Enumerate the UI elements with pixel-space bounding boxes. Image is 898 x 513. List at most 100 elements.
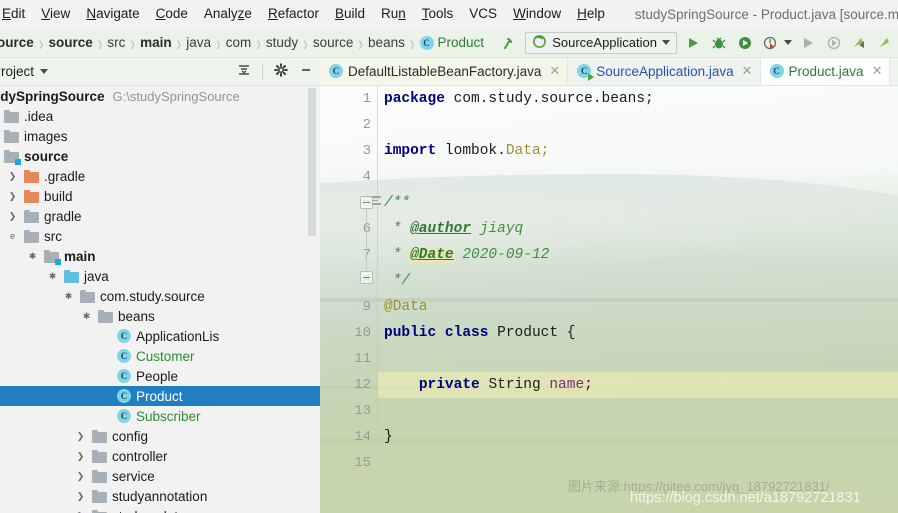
editor-tab-defaultlistablebeanfactory[interactable]: C DefaultListableBeanFactory.java ✕ bbox=[320, 58, 569, 85]
build-project-icon[interactable] bbox=[499, 33, 519, 53]
chevron-right-icon[interactable]: ❯ bbox=[74, 466, 87, 486]
collapse-all-icon[interactable] bbox=[237, 63, 251, 80]
settings-gear-icon[interactable] bbox=[274, 63, 288, 80]
tree-item-config[interactable]: ❯ config bbox=[0, 426, 320, 446]
breadcrumb-item-study[interactable]: study bbox=[262, 35, 302, 50]
watermark-blog-url: https://blog.csdn.net/a18792721831 bbox=[630, 490, 861, 506]
tree-item-label: Subscriber bbox=[136, 408, 201, 424]
javadoc-author-value: jiayq bbox=[471, 221, 524, 237]
hide-panel-icon[interactable] bbox=[299, 63, 313, 80]
folder-icon bbox=[4, 109, 19, 123]
tree-item-subscriber[interactable]: C Subscriber bbox=[0, 406, 320, 426]
keyword-public: public bbox=[384, 325, 437, 341]
menu-run[interactable]: Run bbox=[373, 0, 414, 28]
close-icon[interactable]: ✕ bbox=[872, 63, 883, 79]
breadcrumb-item-source[interactable]: source bbox=[44, 35, 96, 50]
chevron-right-icon[interactable]: ❯ bbox=[6, 186, 19, 206]
profiler-dropdown-icon[interactable] bbox=[784, 40, 792, 45]
breadcrumb-separator: › bbox=[38, 30, 44, 55]
menu-vcs[interactable]: VCS bbox=[461, 0, 505, 28]
breadcrumb-item-project[interactable]: Source bbox=[0, 35, 38, 50]
update-running-app-icon[interactable] bbox=[850, 33, 870, 53]
tree-item-studyupdate[interactable]: ❯ studyupdate bbox=[0, 506, 320, 513]
chevron-right-icon[interactable]: ❯ bbox=[74, 506, 87, 513]
breadcrumb-item-java[interactable]: java bbox=[182, 35, 215, 50]
tree-item-applicationlis[interactable]: C ApplicationLis bbox=[0, 326, 320, 346]
fold-marker-close[interactable] bbox=[360, 271, 373, 284]
tree-item-beans[interactable]: ✱ beans bbox=[0, 306, 320, 326]
debug-icon[interactable] bbox=[709, 33, 729, 53]
code-line-10: public class Product { bbox=[378, 320, 898, 346]
chevron-down-icon[interactable]: ✱ bbox=[80, 306, 93, 326]
java-class-icon: C bbox=[117, 369, 131, 383]
run-configuration-selector[interactable]: SourceApplication bbox=[525, 31, 677, 54]
tree-item-com-study-source[interactable]: ✱ com.study.source bbox=[0, 286, 320, 306]
chevron-right-icon[interactable]: ❯ bbox=[74, 486, 87, 506]
tree-item-build[interactable]: ❯ build bbox=[0, 186, 320, 206]
breadcrumb-item-main[interactable]: main bbox=[136, 35, 176, 50]
tree-item-gradle[interactable]: ❯ gradle bbox=[0, 206, 320, 226]
tree-item-product[interactable]: C Product bbox=[0, 386, 320, 406]
tree-item-source-module[interactable]: ▸ source bbox=[0, 146, 320, 166]
import-class: Data; bbox=[505, 143, 550, 159]
tree-item-customer[interactable]: C Customer bbox=[0, 346, 320, 366]
menu-build[interactable]: Build bbox=[327, 0, 373, 28]
breadcrumb-item-product[interactable]: C Product bbox=[416, 35, 489, 50]
code-folding-gutter[interactable] bbox=[356, 86, 381, 513]
editor-tab-sourceapplication[interactable]: C SourceApplication.java ✕ bbox=[568, 58, 761, 85]
breadcrumb-item-source-pkg[interactable]: source bbox=[309, 35, 358, 50]
menu-view[interactable]: View bbox=[33, 0, 78, 28]
tree-item-service[interactable]: ❯ service bbox=[0, 466, 320, 486]
tree-item-controller[interactable]: ❯ controller bbox=[0, 446, 320, 466]
java-class-runnable-icon: C bbox=[577, 64, 595, 81]
tree-item-main[interactable]: ✱ main bbox=[0, 246, 320, 266]
menu-tools[interactable]: Tools bbox=[414, 0, 462, 28]
menu-refactor[interactable]: Refactor bbox=[260, 0, 327, 28]
chevron-down-icon[interactable]: ✱ bbox=[62, 286, 75, 306]
menu-navigate[interactable]: Navigate bbox=[78, 0, 147, 28]
breadcrumb-item-src[interactable]: src bbox=[103, 35, 129, 50]
menu-bar: Edit View Navigate Code Analyze Refactor… bbox=[0, 0, 898, 28]
stop-icon[interactable] bbox=[824, 33, 844, 53]
project-tree[interactable]: studySpringSource G:\studySpringSource ▸… bbox=[0, 86, 320, 513]
code-text[interactable]: package com.study.source.beans; import l… bbox=[378, 86, 898, 513]
rerun-icon[interactable] bbox=[798, 33, 818, 53]
menu-code[interactable]: Code bbox=[148, 0, 196, 28]
chevron-right-icon[interactable]: ❯ bbox=[74, 446, 87, 466]
tree-item-java[interactable]: ✱ java bbox=[0, 266, 320, 286]
tree-item-images[interactable]: ▸ images bbox=[0, 126, 320, 146]
fold-marker-open[interactable] bbox=[360, 196, 373, 209]
menu-analyze[interactable]: Analyze bbox=[196, 0, 260, 28]
menu-edit[interactable]: Edit bbox=[0, 0, 33, 28]
tree-root-node[interactable]: studySpringSource G:\studySpringSource bbox=[0, 86, 320, 106]
breadcrumb-item-com[interactable]: com bbox=[222, 35, 256, 50]
chevron-down-icon[interactable]: ✱ bbox=[46, 266, 59, 286]
editor-tab-product[interactable]: C Product.java ✕ bbox=[760, 58, 891, 85]
redeploy-icon[interactable] bbox=[876, 33, 896, 53]
chevron-down-icon[interactable] bbox=[40, 69, 49, 74]
run-icon[interactable] bbox=[683, 33, 703, 53]
chevron-down-icon[interactable]: ✱ bbox=[26, 246, 39, 266]
breadcrumb-item-beans[interactable]: beans bbox=[364, 35, 409, 50]
tree-item-idea[interactable]: ▸ .idea bbox=[0, 106, 320, 126]
menu-help[interactable]: Help bbox=[569, 0, 613, 28]
tree-item-studyannotation[interactable]: ❯ studyannotation bbox=[0, 486, 320, 506]
chevron-right-icon[interactable]: ❯ bbox=[74, 426, 87, 446]
close-icon[interactable]: ✕ bbox=[742, 63, 753, 79]
close-icon[interactable]: ✕ bbox=[549, 63, 560, 79]
tree-item-gradle-cache[interactable]: ❯ .gradle bbox=[0, 166, 320, 186]
profiler-icon[interactable] bbox=[761, 33, 781, 53]
code-canvas[interactable]: 1 2 3 4 5 6 7 8 9 10 11 12 13 14 15 bbox=[320, 86, 898, 513]
run-with-coverage-icon[interactable] bbox=[735, 33, 755, 53]
chevron-down-icon[interactable]: e bbox=[6, 226, 19, 246]
chevron-right-icon[interactable]: ❯ bbox=[6, 166, 19, 186]
chevron-right-icon[interactable]: ❯ bbox=[6, 206, 19, 226]
project-panel-scrollbar[interactable] bbox=[308, 88, 316, 236]
keyword-private: private bbox=[418, 377, 480, 393]
tree-item-people[interactable]: C People bbox=[0, 366, 320, 386]
tree-item-src[interactable]: e src bbox=[0, 226, 320, 246]
project-panel-title[interactable]: Project bbox=[0, 64, 34, 79]
menu-window[interactable]: Window bbox=[505, 0, 569, 28]
editor-tab-customer[interactable]: C Cus bbox=[890, 58, 898, 85]
